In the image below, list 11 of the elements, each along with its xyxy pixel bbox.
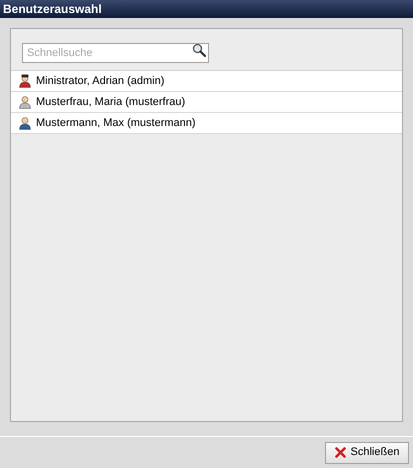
user-name: Ministrator, Adrian (admin) (36, 74, 164, 89)
user-name: Mustermann, Max (mustermann) (36, 116, 196, 131)
user-list-item[interactable]: Ministrator, Adrian (admin) (11, 71, 402, 92)
search-field[interactable]: Schnellsuche (22, 43, 209, 63)
window-title: Benutzerauswahl (0, 0, 413, 18)
search-icon[interactable] (192, 43, 206, 57)
user-list-item[interactable]: Mustermann, Max (mustermann) (11, 113, 402, 134)
user-name: Musterfrau, Maria (musterfrau) (36, 94, 186, 110)
user-list-item[interactable]: Musterfrau, Maria (musterfrau) (11, 92, 402, 113)
close-button[interactable]: Schließen (325, 442, 409, 464)
close-icon (334, 447, 346, 458)
